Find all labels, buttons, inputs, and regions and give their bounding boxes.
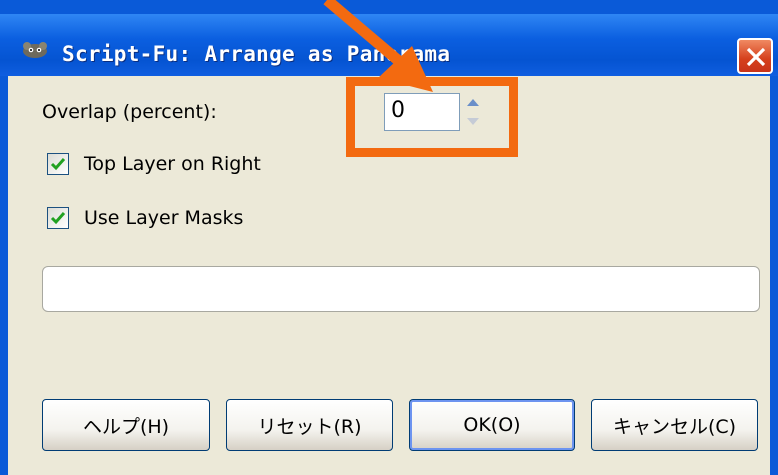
dialog-window: Script-Fu: Arrange as Panorama Overlap (… [0,0,778,475]
annotation-highlight-box [346,77,518,157]
annotation-arrow [323,0,433,92]
